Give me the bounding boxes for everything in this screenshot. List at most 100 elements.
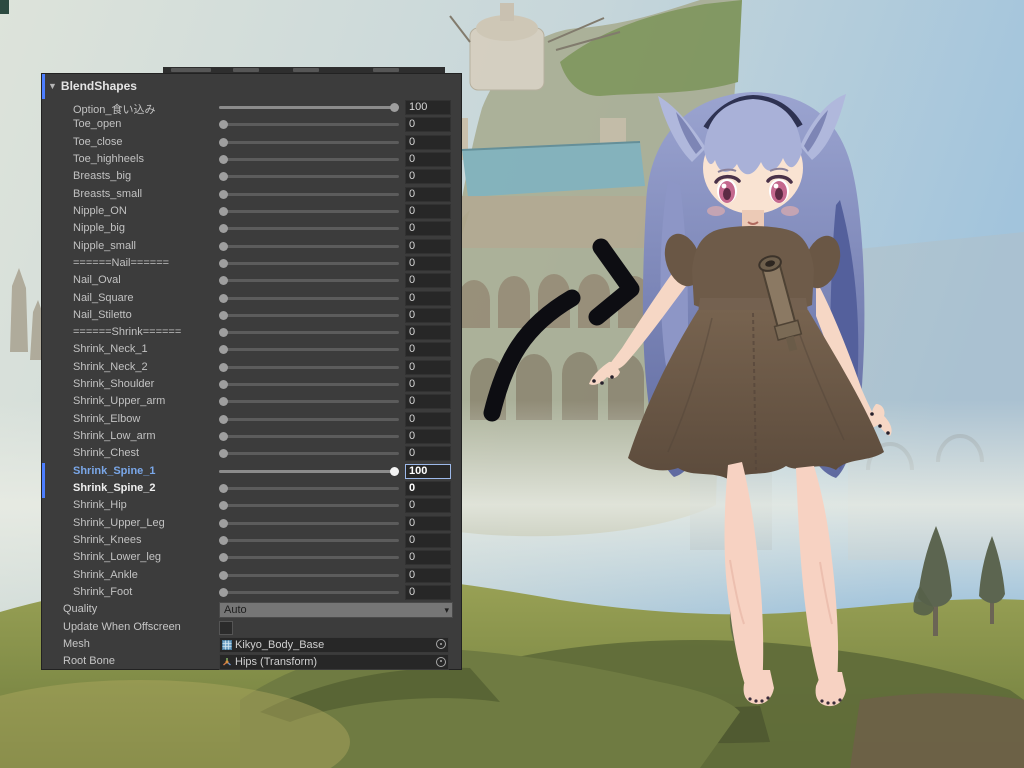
blendshape-value-field[interactable]: 0 — [405, 169, 451, 184]
blendshape-value-field[interactable]: 0 — [405, 135, 451, 150]
blendshape-value-field[interactable]: 0 — [405, 550, 451, 565]
slider-knob[interactable] — [219, 519, 228, 528]
slider-knob[interactable] — [219, 536, 228, 545]
slider-knob[interactable] — [219, 294, 228, 303]
slider-knob[interactable] — [219, 190, 228, 199]
blendshape-value-field[interactable]: 0 — [405, 585, 451, 600]
blendshape-slider[interactable] — [219, 227, 399, 230]
blendshape-value-field[interactable]: 0 — [405, 187, 451, 202]
slider-knob[interactable] — [390, 103, 399, 112]
blendshape-slider[interactable] — [219, 279, 399, 282]
slider-knob[interactable] — [219, 432, 228, 441]
blendshape-value-field[interactable]: 0 — [405, 204, 451, 219]
slider-knob[interactable] — [219, 120, 228, 129]
object-picker-icon[interactable] — [436, 639, 446, 649]
blendshape-value-field[interactable]: 100 — [405, 464, 451, 479]
slider-knob[interactable] — [219, 345, 228, 354]
blendshape-value-field[interactable]: 0 — [405, 325, 451, 340]
blendshape-value-field[interactable]: 0 — [405, 429, 451, 444]
slider-knob[interactable] — [219, 363, 228, 372]
blendshape-slider[interactable] — [219, 435, 399, 438]
blendshape-slider[interactable] — [219, 574, 399, 577]
slider-knob[interactable] — [219, 397, 228, 406]
slider-knob[interactable] — [219, 276, 228, 285]
blendshape-label: Shrink_Spine_1 — [73, 465, 156, 477]
blendshape-slider[interactable] — [219, 331, 399, 334]
blendshape-value-field[interactable]: 0 — [405, 568, 451, 583]
slider-knob[interactable] — [219, 259, 228, 268]
slider-knob[interactable] — [219, 311, 228, 320]
slider-knob[interactable] — [219, 501, 228, 510]
blendshape-value-field[interactable]: 0 — [405, 412, 451, 427]
blendshape-value-field[interactable]: 0 — [405, 377, 451, 392]
blendshape-value-field[interactable]: 0 — [405, 498, 451, 513]
blendshape-slider[interactable] — [219, 193, 399, 196]
slider-knob[interactable] — [390, 467, 399, 476]
blendshape-slider[interactable] — [219, 366, 399, 369]
blendshape-value-field[interactable]: 0 — [405, 256, 451, 271]
slider-knob[interactable] — [219, 328, 228, 337]
quality-row: Quality Auto ▾ — [42, 601, 461, 618]
blendshape-slider[interactable] — [219, 262, 399, 265]
blendshape-slider[interactable] — [219, 400, 399, 403]
slider-knob[interactable] — [219, 172, 228, 181]
root-bone-object-field[interactable]: Hips (Transform) — [219, 654, 449, 670]
blendshape-slider[interactable] — [219, 106, 399, 109]
blendshape-slider[interactable] — [219, 556, 399, 559]
blendshape-slider[interactable] — [219, 314, 399, 317]
blendshape-value-field[interactable]: 0 — [405, 516, 451, 531]
object-picker-icon[interactable] — [436, 657, 446, 667]
update-when-offscreen-checkbox[interactable] — [219, 621, 233, 635]
blendshape-value-field[interactable]: 0 — [405, 308, 451, 323]
slider-knob[interactable] — [219, 380, 228, 389]
blendshape-slider[interactable] — [219, 522, 399, 525]
blendshape-slider[interactable] — [219, 504, 399, 507]
blendshape-slider[interactable] — [219, 123, 399, 126]
blendshape-slider[interactable] — [219, 297, 399, 300]
blendshape-value-field[interactable]: 0 — [405, 291, 451, 306]
blendshape-slider[interactable] — [219, 348, 399, 351]
slider-knob[interactable] — [219, 449, 228, 458]
quality-dropdown[interactable]: Auto ▾ — [219, 602, 453, 618]
slider-knob[interactable] — [219, 415, 228, 424]
blendshape-slider[interactable] — [219, 418, 399, 421]
blendshape-value-field[interactable]: 0 — [405, 239, 451, 254]
slider-knob[interactable] — [219, 207, 228, 216]
blendshape-value-field[interactable]: 0 — [405, 273, 451, 288]
blendshape-slider[interactable] — [219, 452, 399, 455]
blendshape-value-field[interactable]: 100 — [405, 100, 451, 115]
blendshape-slider[interactable] — [219, 487, 399, 490]
blendshape-value-field[interactable]: 0 — [405, 533, 451, 548]
blendshape-row: Shrink_Spine_1 100 — [42, 463, 461, 480]
slider-knob[interactable] — [219, 224, 228, 233]
blendshape-slider[interactable] — [219, 383, 399, 386]
blendshape-value-field[interactable]: 0 — [405, 360, 451, 375]
blendshape-label: Nipple_ON — [73, 205, 127, 217]
slider-knob[interactable] — [219, 242, 228, 251]
slider-knob[interactable] — [219, 588, 228, 597]
slider-knob[interactable] — [219, 155, 228, 164]
foldout-triangle-icon[interactable]: ▼ — [48, 82, 57, 91]
mesh-object-field[interactable]: Kikyo_Body_Base — [219, 637, 449, 653]
blendshape-value-field[interactable]: 0 — [405, 152, 451, 167]
blendshape-value-field[interactable]: 0 — [405, 221, 451, 236]
blendshape-slider[interactable] — [219, 158, 399, 161]
slider-knob[interactable] — [219, 553, 228, 562]
slider-knob[interactable] — [219, 571, 228, 580]
blendshape-slider[interactable] — [219, 539, 399, 542]
slider-knob[interactable] — [219, 484, 228, 493]
blendshape-slider[interactable] — [219, 245, 399, 248]
blendshape-value-field[interactable]: 0 — [405, 394, 451, 409]
blendshape-slider[interactable] — [219, 175, 399, 178]
blendshape-value-field[interactable]: 0 — [405, 117, 451, 132]
blendshape-value-field[interactable]: 0 — [405, 446, 451, 461]
blendshape-label: Shrink_Foot — [73, 586, 132, 598]
blendshape-label: Breasts_big — [73, 170, 131, 182]
blendshape-slider[interactable] — [219, 591, 399, 594]
blendshape-slider[interactable] — [219, 470, 399, 473]
blendshape-value-field[interactable]: 0 — [405, 342, 451, 357]
blendshape-slider[interactable] — [219, 210, 399, 213]
blendshape-slider[interactable] — [219, 141, 399, 144]
blendshape-value-field[interactable]: 0 — [405, 481, 451, 496]
slider-knob[interactable] — [219, 138, 228, 147]
